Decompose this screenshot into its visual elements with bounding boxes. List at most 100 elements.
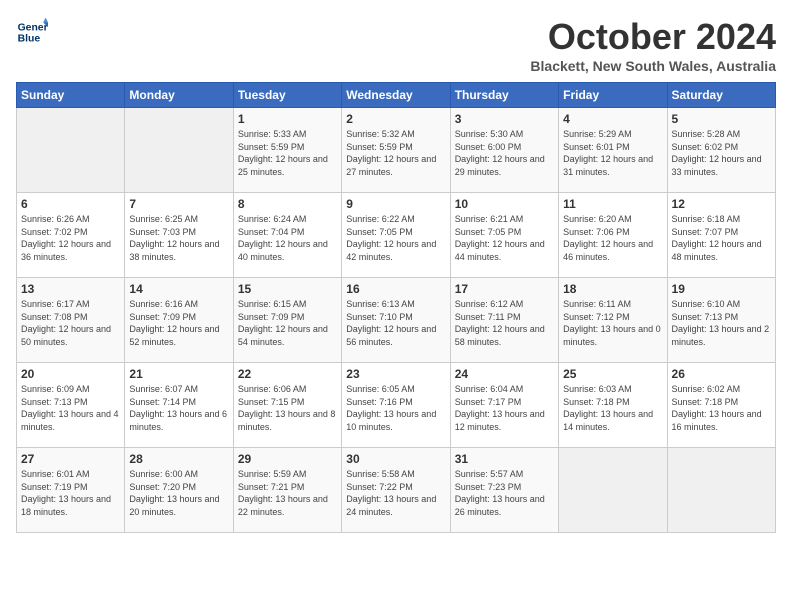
weekday-header: Thursday	[450, 83, 558, 108]
logo: General Blue	[16, 16, 48, 48]
weekday-header-row: SundayMondayTuesdayWednesdayThursdayFrid…	[17, 83, 776, 108]
calendar-cell: 2Sunrise: 5:32 AMSunset: 5:59 PMDaylight…	[342, 108, 450, 193]
cell-info: Sunrise: 5:30 AMSunset: 6:00 PMDaylight:…	[455, 128, 554, 178]
calendar-cell: 4Sunrise: 5:29 AMSunset: 6:01 PMDaylight…	[559, 108, 667, 193]
calendar-week-row: 27 Sunrise: 6:01 AMSunset: 7:19 PMDayligh…	[17, 448, 776, 533]
calendar-cell: 10Sunrise: 6:21 AMSunset: 7:05 PMDayligh…	[450, 193, 558, 278]
cell-info: Sunrise: 6:05 AMSunset: 7:16 PMDaylight:…	[346, 383, 445, 433]
day-number: 15	[238, 282, 337, 296]
day-number: 14	[129, 282, 228, 296]
day-number: 3	[455, 112, 554, 126]
calendar-cell: 16Sunrise: 6:13 AMSunset: 7:10 PMDayligh…	[342, 278, 450, 363]
calendar-cell: 19Sunrise: 6:10 AMSunset: 7:13 PMDayligh…	[667, 278, 775, 363]
calendar-cell: 22 Sunrise: 6:06 AMSunset: 7:15 PMDayligh…	[233, 363, 341, 448]
calendar-cell: 13Sunrise: 6:17 AMSunset: 7:08 PMDayligh…	[17, 278, 125, 363]
day-number: 7	[129, 197, 228, 211]
calendar-cell: 27 Sunrise: 6:01 AMSunset: 7:19 PMDayligh…	[17, 448, 125, 533]
day-number: 23	[346, 367, 445, 381]
day-number: 19	[672, 282, 771, 296]
day-number: 6	[21, 197, 120, 211]
cell-info: Sunrise: 6:12 AMSunset: 7:11 PMDaylight:…	[455, 298, 554, 348]
cell-info: Sunrise: 6:17 AMSunset: 7:08 PMDaylight:…	[21, 298, 120, 348]
weekday-header: Sunday	[17, 83, 125, 108]
weekday-header: Saturday	[667, 83, 775, 108]
calendar-cell: 5Sunrise: 5:28 AMSunset: 6:02 PMDaylight…	[667, 108, 775, 193]
calendar-cell	[17, 108, 125, 193]
cell-info: Sunrise: 6:03 AMSunset: 7:18 PMDaylight:…	[563, 383, 662, 433]
cell-info: Sunrise: 6:11 AMSunset: 7:12 PMDaylight:…	[563, 298, 662, 348]
calendar-cell: 7 Sunrise: 6:25 AMSunset: 7:03 PMDaylight…	[125, 193, 233, 278]
calendar-cell: 23 Sunrise: 6:05 AMSunset: 7:16 PMDayligh…	[342, 363, 450, 448]
svg-text:General: General	[18, 22, 48, 33]
calendar-cell	[559, 448, 667, 533]
calendar-cell: 9 Sunrise: 6:22 AMSunset: 7:05 PMDaylight…	[342, 193, 450, 278]
cell-info: Sunrise: 6:06 AMSunset: 7:15 PMDaylight:…	[238, 383, 337, 433]
weekday-header: Friday	[559, 83, 667, 108]
day-number: 20	[21, 367, 120, 381]
day-number: 22	[238, 367, 337, 381]
cell-info: Sunrise: 5:58 AMSunset: 7:22 PMDaylight:…	[346, 468, 445, 518]
calendar-cell: 28 Sunrise: 6:00 AMSunset: 7:20 PMDayligh…	[125, 448, 233, 533]
cell-info: Sunrise: 6:00 AMSunset: 7:20 PMDaylight:…	[129, 468, 228, 518]
cell-info: Sunrise: 6:01 AMSunset: 7:19 PMDaylight:…	[21, 468, 120, 518]
cell-info: Sunrise: 6:21 AMSunset: 7:05 PMDaylight:…	[455, 213, 554, 263]
calendar-cell: 15 Sunrise: 6:15 AMSunset: 7:09 PMDayligh…	[233, 278, 341, 363]
day-number: 5	[672, 112, 771, 126]
cell-info: Sunrise: 6:24 AMSunset: 7:04 PMDaylight:…	[238, 213, 337, 263]
calendar-cell: 21Sunrise: 6:07 AMSunset: 7:14 PMDayligh…	[125, 363, 233, 448]
calendar-cell: 18Sunrise: 6:11 AMSunset: 7:12 PMDayligh…	[559, 278, 667, 363]
day-number: 2	[346, 112, 445, 126]
day-number: 29	[238, 452, 337, 466]
day-number: 24	[455, 367, 554, 381]
cell-info: Sunrise: 6:09 AMSunset: 7:13 PMDaylight:…	[21, 383, 120, 433]
title-block: October 2024 Blackett, New South Wales, …	[530, 16, 776, 74]
calendar-cell: 14 Sunrise: 6:16 AMSunset: 7:09 PMDayligh…	[125, 278, 233, 363]
weekday-header: Monday	[125, 83, 233, 108]
cell-info: Sunrise: 6:02 AMSunset: 7:18 PMDaylight:…	[672, 383, 771, 433]
cell-info: Sunrise: 5:33 AMSunset: 5:59 PMDaylight:…	[238, 128, 337, 178]
day-number: 1	[238, 112, 337, 126]
cell-info: Sunrise: 6:16 AMSunset: 7:09 PMDaylight:…	[129, 298, 228, 348]
day-number: 30	[346, 452, 445, 466]
cell-info: Sunrise: 6:20 AMSunset: 7:06 PMDaylight:…	[563, 213, 662, 263]
weekday-header: Wednesday	[342, 83, 450, 108]
cell-info: Sunrise: 6:25 AMSunset: 7:03 PMDaylight:…	[129, 213, 228, 263]
calendar-cell	[125, 108, 233, 193]
calendar-cell: 12 Sunrise: 6:18 AMSunset: 7:07 PMDayligh…	[667, 193, 775, 278]
cell-info: Sunrise: 5:57 AMSunset: 7:23 PMDaylight:…	[455, 468, 554, 518]
calendar-cell: 17 Sunrise: 6:12 AMSunset: 7:11 PMDayligh…	[450, 278, 558, 363]
day-number: 8	[238, 197, 337, 211]
day-number: 9	[346, 197, 445, 211]
day-number: 27	[21, 452, 120, 466]
day-number: 12	[672, 197, 771, 211]
calendar-cell: 8 Sunrise: 6:24 AMSunset: 7:04 PMDaylight…	[233, 193, 341, 278]
cell-info: Sunrise: 5:29 AMSunset: 6:01 PMDaylight:…	[563, 128, 662, 178]
day-number: 16	[346, 282, 445, 296]
calendar-cell: 24 Sunrise: 6:04 AMSunset: 7:17 PMDayligh…	[450, 363, 558, 448]
logo-icon: General Blue	[16, 16, 48, 48]
day-number: 17	[455, 282, 554, 296]
cell-info: Sunrise: 6:15 AMSunset: 7:09 PMDaylight:…	[238, 298, 337, 348]
calendar-week-row: 6Sunrise: 6:26 AMSunset: 7:02 PMDaylight…	[17, 193, 776, 278]
day-number: 28	[129, 452, 228, 466]
month-title: October 2024	[530, 16, 776, 58]
day-number: 26	[672, 367, 771, 381]
calendar-cell	[667, 448, 775, 533]
calendar-cell: 25Sunrise: 6:03 AMSunset: 7:18 PMDayligh…	[559, 363, 667, 448]
cell-info: Sunrise: 6:22 AMSunset: 7:05 PMDaylight:…	[346, 213, 445, 263]
location: Blackett, New South Wales, Australia	[530, 58, 776, 74]
cell-info: Sunrise: 6:18 AMSunset: 7:07 PMDaylight:…	[672, 213, 771, 263]
svg-text:Blue: Blue	[18, 34, 41, 45]
calendar-cell: 29Sunrise: 5:59 AMSunset: 7:21 PMDayligh…	[233, 448, 341, 533]
calendar-cell: 1 Sunrise: 5:33 AMSunset: 5:59 PMDaylight…	[233, 108, 341, 193]
cell-info: Sunrise: 6:07 AMSunset: 7:14 PMDaylight:…	[129, 383, 228, 433]
calendar-cell: 26 Sunrise: 6:02 AMSunset: 7:18 PMDayligh…	[667, 363, 775, 448]
calendar-week-row: 1 Sunrise: 5:33 AMSunset: 5:59 PMDaylight…	[17, 108, 776, 193]
day-number: 31	[455, 452, 554, 466]
calendar-cell: 31 Sunrise: 5:57 AMSunset: 7:23 PMDayligh…	[450, 448, 558, 533]
calendar-cell: 30 Sunrise: 5:58 AMSunset: 7:22 PMDayligh…	[342, 448, 450, 533]
calendar-cell: 6Sunrise: 6:26 AMSunset: 7:02 PMDaylight…	[17, 193, 125, 278]
calendar-cell: 11Sunrise: 6:20 AMSunset: 7:06 PMDayligh…	[559, 193, 667, 278]
calendar-cell: 20 Sunrise: 6:09 AMSunset: 7:13 PMDayligh…	[17, 363, 125, 448]
cell-info: Sunrise: 6:04 AMSunset: 7:17 PMDaylight:…	[455, 383, 554, 433]
